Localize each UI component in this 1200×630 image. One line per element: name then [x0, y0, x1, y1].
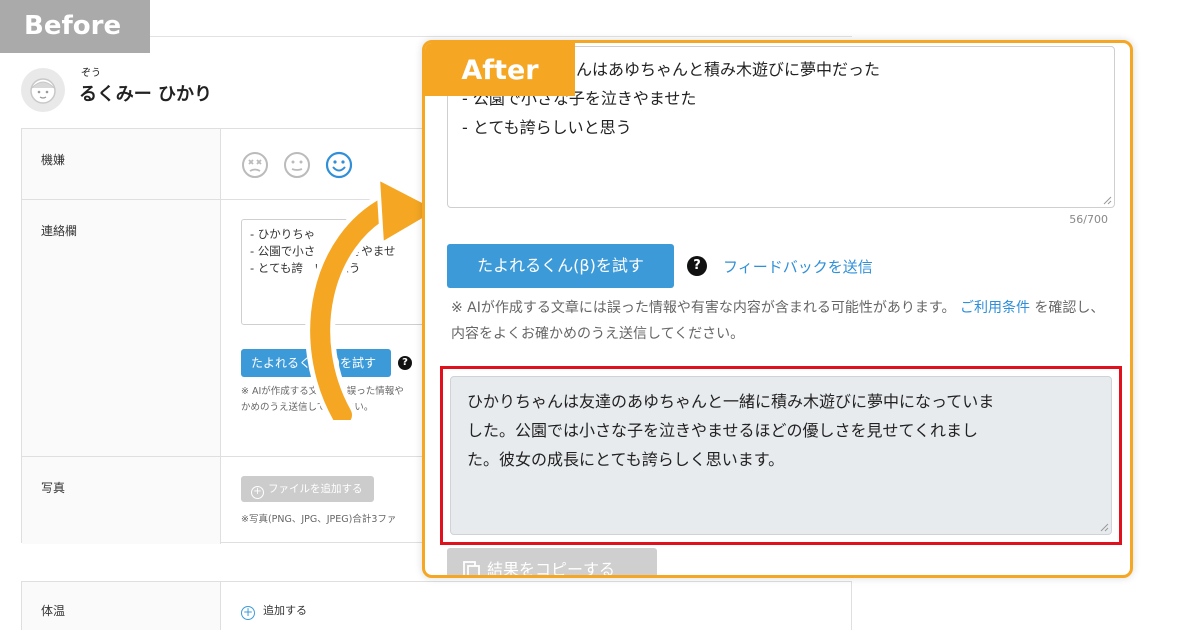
copy-icon: [463, 561, 480, 575]
result-highlight: ひかりちゃんは友達のあゆちゃんと一緒に積み木遊びに夢中になっていま した。公園で…: [440, 366, 1122, 545]
result-line: た。彼女の成長にとても誇らしく思います。: [467, 450, 785, 469]
top-divider: [150, 36, 852, 37]
mood-label: 機嫌: [41, 153, 66, 167]
terms-link[interactable]: ご利用条件: [960, 300, 1030, 316]
question-icon[interactable]: ?: [687, 256, 707, 276]
try-ai-button[interactable]: たよれるくん(β)を試す: [447, 244, 674, 288]
add-file-button[interactable]: + ファイルを追加する: [241, 476, 374, 502]
result-line: した。公園では小さな子を泣きやませるほどの優しさを見せてくれまし: [467, 421, 979, 440]
resize-handle-icon[interactable]: [1103, 196, 1112, 205]
temperature-label: 体温: [41, 604, 66, 618]
ai-disclaimer: ※ AIが作成する文章には誤った情報や有害な内容が含まれる可能性があります。 ご…: [451, 300, 1105, 342]
row-temperature: 体温 + 追加する: [21, 581, 852, 630]
result-line: ひかりちゃんは友達のあゆちゃんと一緒に積み木遊びに夢中になっていま: [467, 392, 995, 411]
photo-label: 写真: [41, 481, 66, 495]
add-temperature-button[interactable]: + 追加する: [241, 602, 307, 620]
child-face-icon: [30, 78, 56, 104]
after-tag: After: [425, 43, 575, 96]
copy-result-button[interactable]: 結果をコピーする: [447, 548, 657, 575]
plus-circle-icon: +: [241, 605, 255, 620]
after-panel: After んはあゆちゃんと積み木遊びに夢中だった - 公園で小さな子を泣きやま…: [422, 40, 1133, 578]
char-count: 56/700: [1069, 213, 1108, 226]
resize-handle-icon[interactable]: [1100, 523, 1109, 532]
before-tag: Before: [0, 0, 150, 53]
ai-result-textarea[interactable]: ひかりちゃんは友達のあゆちゃんと一緒に積み木遊びに夢中になっていま した。公園で…: [450, 376, 1112, 535]
contact-label: 連絡欄: [41, 224, 78, 238]
input-line: - とても誇らしいと思う: [462, 118, 632, 137]
plus-circle-icon: +: [251, 486, 264, 499]
child-class-ruby: ぞう: [81, 68, 101, 79]
face-dizzy-icon[interactable]: [241, 151, 269, 179]
file-note: ※写真(PNG、JPG、JPEG)合計3ファ: [241, 514, 397, 525]
child-name: るくみー ひかり: [79, 84, 212, 105]
feedback-link[interactable]: フィードバックを送信: [723, 256, 873, 277]
avatar: [21, 68, 65, 112]
